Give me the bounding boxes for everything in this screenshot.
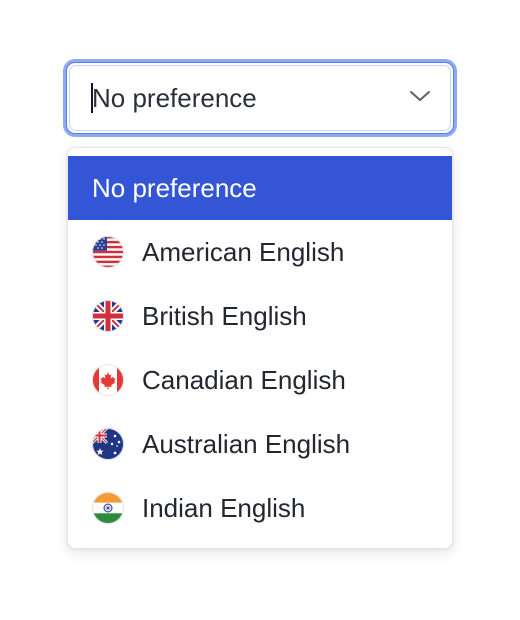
option-british-english[interactable]: British English [68,284,452,348]
language-dropdown-menu: No preference American English British E… [67,147,453,549]
option-australian-english[interactable]: Australian English [68,412,452,476]
language-select-page: No preference No preference American Eng… [0,0,520,620]
option-american-english[interactable]: American English [68,220,452,284]
uk-flag-icon [92,300,124,332]
chevron-down-icon[interactable] [409,89,431,103]
select-value: No preference [92,83,257,113]
language-select[interactable]: No preference [66,62,454,134]
option-label: British English [142,301,307,331]
us-flag-icon [92,236,124,268]
option-label: American English [142,237,345,267]
option-indian-english[interactable]: Indian English [68,476,452,540]
option-canadian-english[interactable]: Canadian English [68,348,452,412]
india-flag-icon [92,492,124,524]
option-label: No preference [92,173,257,203]
australia-flag-icon [92,428,124,460]
option-label: Indian English [142,493,306,523]
option-label: Australian English [142,429,351,459]
canada-flag-icon [92,364,124,396]
option-label: Canadian English [142,365,346,395]
option-no-preference[interactable]: No preference [68,156,452,220]
